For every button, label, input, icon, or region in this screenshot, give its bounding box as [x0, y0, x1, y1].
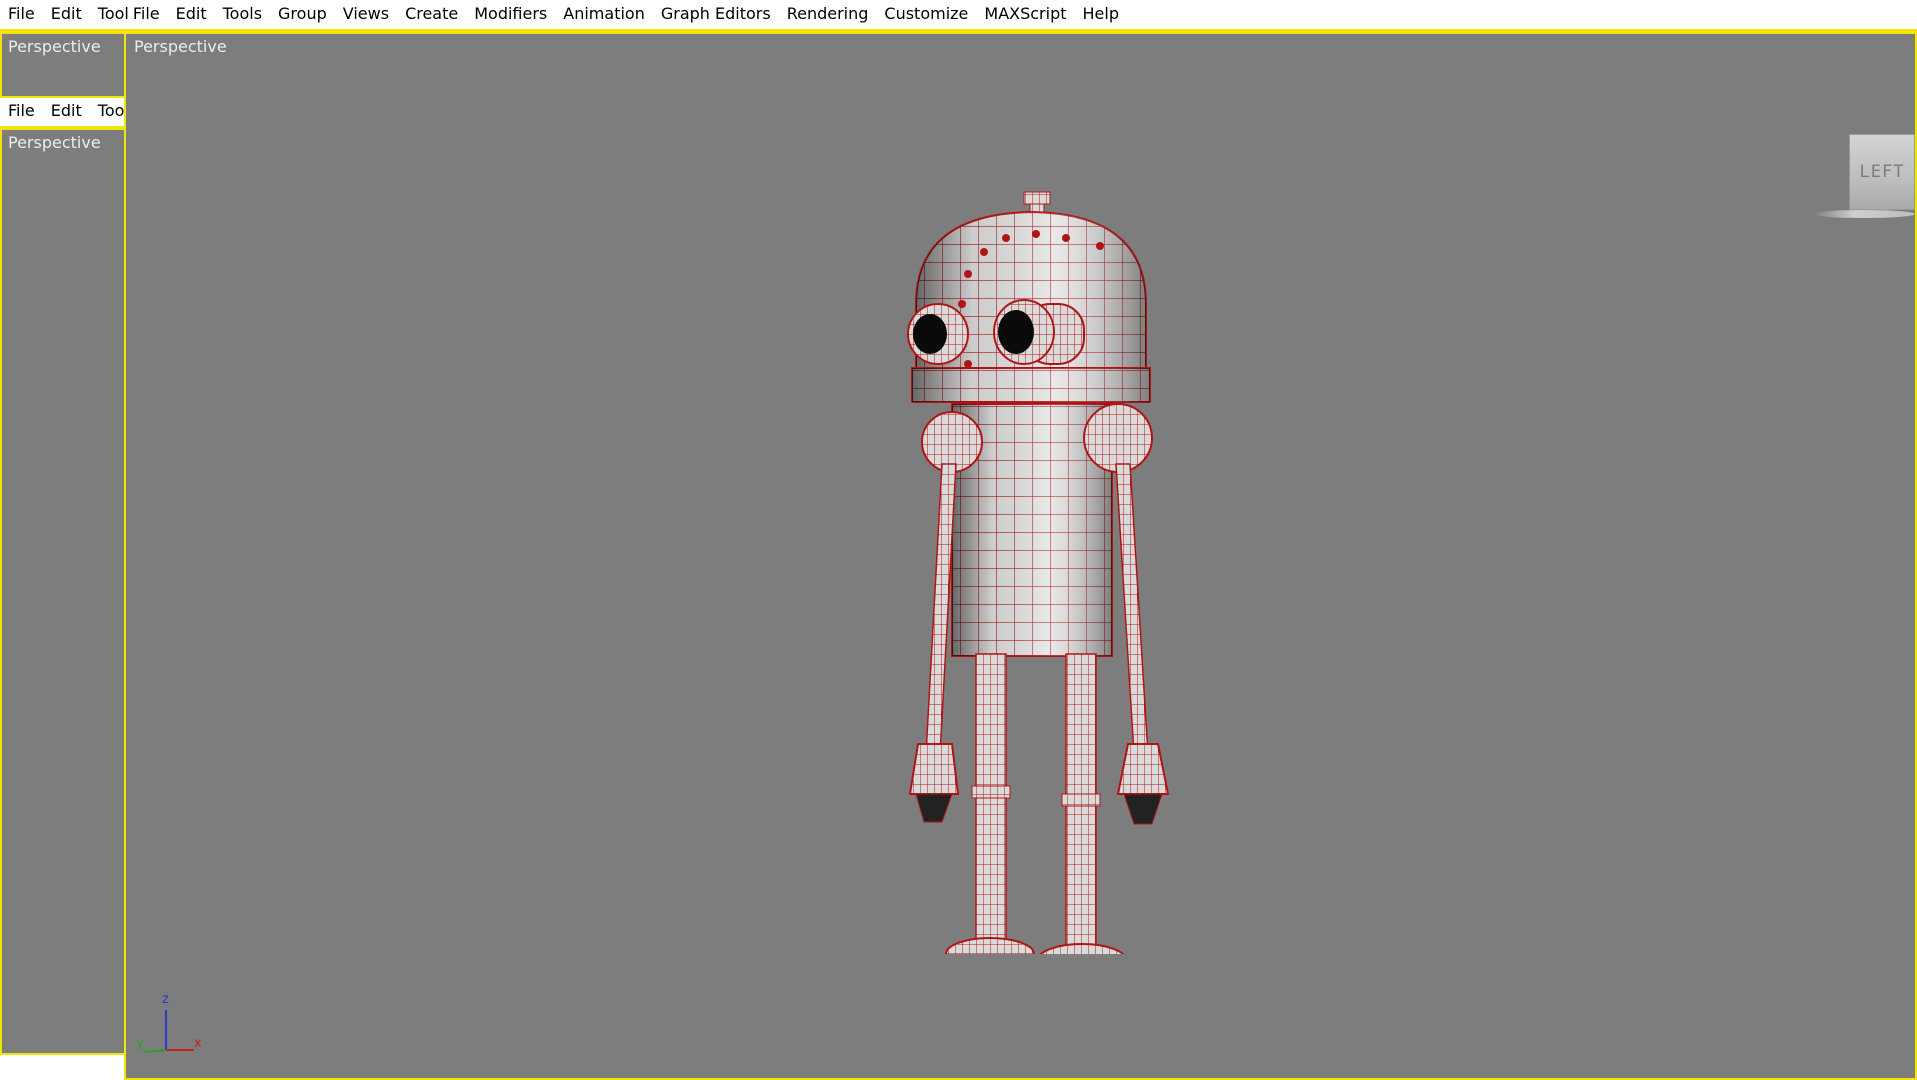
menu-file-1[interactable]: File — [0, 0, 43, 29]
axis-z-label: z — [162, 992, 169, 1007]
menu-animation[interactable]: Animation — [555, 0, 653, 29]
viewcube-icon[interactable]: LEFT — [1813, 134, 1915, 218]
menu-graph-editors[interactable]: Graph Editors — [653, 0, 779, 29]
viewcube-compass-ring[interactable] — [1813, 210, 1915, 218]
robot-eye-right — [993, 299, 1085, 365]
main-menubar: File Edit Tool File Edit Tools Group Views Creat… — [0, 0, 1917, 32]
viewport-label[interactable]: Perspective — [8, 37, 101, 56]
menu-help[interactable]: Help — [1075, 0, 1127, 29]
robot-arm-left — [908, 463, 960, 823]
menu-maxscript[interactable]: MAXScript — [976, 0, 1074, 29]
robot-leg-left — [945, 653, 1035, 954]
viewport-label[interactable]: Perspective — [134, 37, 227, 56]
robot-leg-right — [1039, 653, 1125, 954]
left-bottom-viewport[interactable]: Perspective — [0, 128, 126, 1055]
viewport-label[interactable]: Perspective — [8, 133, 101, 152]
menu-tools[interactable]: Tools — [215, 0, 270, 29]
robot-arm-right — [1115, 463, 1170, 825]
menu-customize[interactable]: Customize — [876, 0, 976, 29]
robot-shoulder-right — [1083, 403, 1153, 473]
main-perspective-viewport[interactable]: Perspective LEFT z y x — [124, 32, 1917, 1080]
viewcube-face[interactable]: LEFT — [1849, 134, 1915, 210]
left-menu-edit[interactable]: Edit — [43, 98, 90, 126]
axis-tripod-icon: z y x — [136, 990, 206, 1060]
left-menu-tool[interactable]: Tool — [90, 98, 126, 126]
menu-edit-1[interactable]: Edit — [43, 0, 90, 29]
menu-rendering[interactable]: Rendering — [779, 0, 877, 29]
menu-tool-1[interactable]: Tool — [90, 0, 131, 29]
left-panel-spacer — [0, 1055, 124, 1080]
left-menubar: File Edit Tool — [0, 98, 126, 128]
left-menu-file[interactable]: File — [0, 98, 43, 126]
robot-eye-left — [907, 303, 969, 365]
left-top-viewport[interactable]: Perspective — [0, 32, 126, 98]
axis-x-label: x — [194, 1036, 202, 1051]
axis-y-label: y — [136, 1036, 144, 1051]
menu-create[interactable]: Create — [397, 0, 466, 29]
menu-group[interactable]: Group — [270, 0, 335, 29]
viewcube-face-label: LEFT — [1859, 162, 1905, 182]
robot-shoulder-left — [921, 411, 983, 473]
menu-views[interactable]: Views — [335, 0, 397, 29]
menu-modifiers[interactable]: Modifiers — [466, 0, 555, 29]
menu-edit-2[interactable]: Edit — [168, 0, 215, 29]
menu-file-2[interactable]: File — [131, 0, 168, 29]
robot-model[interactable] — [906, 154, 1236, 954]
